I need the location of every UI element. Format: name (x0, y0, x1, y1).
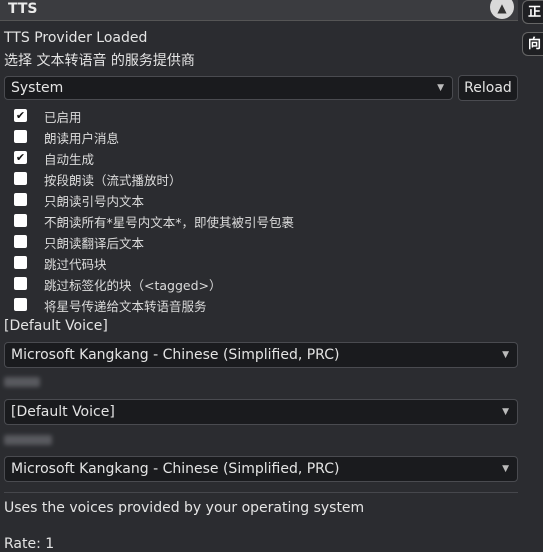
provider-select[interactable]: System ▼ (4, 76, 453, 100)
voice-select-3[interactable]: Microsoft Kangkang - Chinese (Simplified… (4, 456, 518, 482)
side-tab-label: 正 (528, 5, 542, 20)
option-label: 已启用 (44, 110, 82, 125)
dropdown-arrow-icon: ▼ (502, 407, 509, 417)
provider-prompt: 选择 文本转语音 的服务提供商 (4, 53, 195, 69)
checkbox-unchecked[interactable] (14, 298, 27, 311)
voice-select-value: [Default Voice] (11, 404, 115, 420)
checkbox-checked[interactable]: ✔ (14, 109, 27, 122)
provider-status: TTS Provider Loaded (4, 30, 148, 46)
side-tab-2[interactable]: 向 (522, 32, 543, 56)
divider (4, 492, 518, 493)
option-label: 不朗读所有*星号内文本*，即使其被引号包裹 (44, 215, 295, 230)
side-tab-label: 向 (528, 37, 542, 52)
provider-description: Uses the voices provided by your operati… (4, 500, 365, 516)
default-voice-label: [Default Voice] (4, 318, 108, 334)
option-label: 跳过代码块 (44, 257, 107, 272)
option-label: 跳过标签化的块（<tagged>） (44, 278, 222, 293)
redacted-character-name (4, 377, 40, 387)
dropdown-arrow-icon: ▼ (502, 350, 509, 360)
voice-select-1[interactable]: Microsoft Kangkang - Chinese (Simplified… (4, 342, 518, 368)
checkbox-unchecked[interactable] (14, 172, 27, 185)
rate-label: Rate: 1 (4, 536, 55, 552)
voice-select-2[interactable]: [Default Voice] ▼ (4, 399, 518, 425)
checkbox-checked[interactable]: ✔ (14, 151, 27, 164)
checkbox-unchecked[interactable] (14, 193, 27, 206)
checkbox-unchecked[interactable] (14, 130, 27, 143)
checkbox-unchecked[interactable] (14, 214, 27, 227)
checkbox-unchecked[interactable] (14, 277, 27, 290)
dropdown-arrow-icon: ▼ (502, 464, 509, 474)
side-tab-1[interactable]: 正 (522, 0, 543, 24)
option-label: 只朗读引号内文本 (44, 194, 145, 209)
chevron-up-icon[interactable]: ▲ (490, 0, 514, 19)
option-label: 将星号传递给文本转语音服务 (44, 299, 207, 314)
dropdown-arrow-icon: ▼ (437, 83, 444, 93)
checkbox-unchecked[interactable] (14, 256, 27, 269)
redacted-character-name (4, 435, 52, 445)
tts-panel-header[interactable]: TTS ▲ (0, 0, 518, 21)
voice-select-value: Microsoft Kangkang - Chinese (Simplified… (11, 461, 340, 477)
option-label: 按段朗读（流式播放时） (44, 173, 182, 188)
panel-title: TTS (8, 1, 38, 17)
reload-button[interactable]: Reload (458, 75, 518, 101)
checkbox-unchecked[interactable] (14, 235, 27, 248)
voice-select-value: Microsoft Kangkang - Chinese (Simplified… (11, 347, 340, 363)
option-label: 自动生成 (44, 152, 95, 167)
option-label: 只朗读翻译后文本 (44, 236, 145, 251)
option-label: 朗读用户消息 (44, 131, 120, 146)
provider-select-value: System (11, 80, 64, 96)
